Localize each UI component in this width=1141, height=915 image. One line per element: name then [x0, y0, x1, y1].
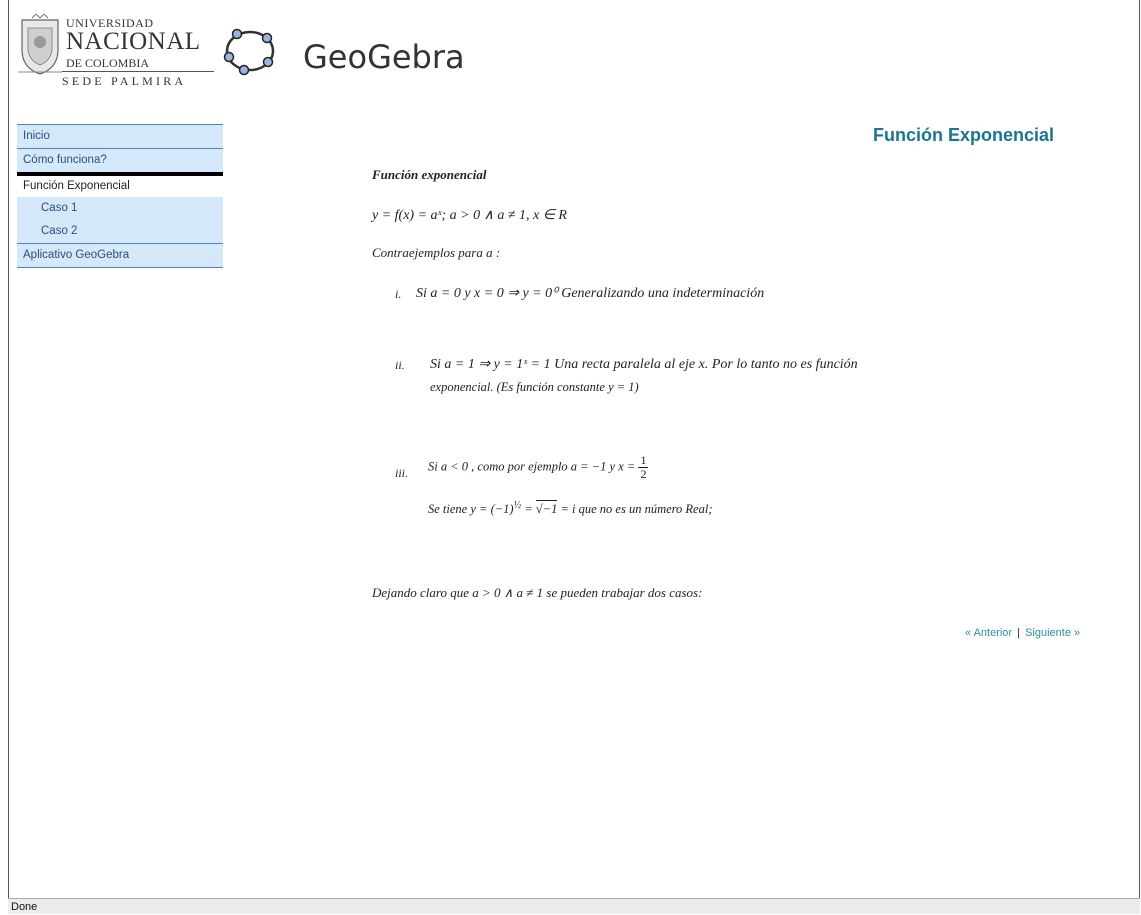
case-iii-line-2: Se tiene y = (−1)½ = √−1 = i que no es u… [428, 500, 713, 517]
case-iii-line-2-suffix: = i que no es un número Real; [557, 502, 713, 517]
section-title: Función exponencial [372, 167, 487, 182]
fraction-denominator: 2 [640, 467, 647, 481]
counterexamples-intro: Contraejemplos para a : [372, 245, 501, 260]
case-i-text: Si a = 0 y x = 0 ⇒ y = 0⁰ Generalizando … [416, 286, 765, 301]
app-title: GeoGebra [303, 38, 465, 76]
logo-rule [62, 71, 214, 72]
case-i-numeral: i. [395, 287, 402, 301]
sidebar-nav: Inicio Cómo funciona? Función Exponencia… [17, 124, 223, 268]
case-iii-exponent: ½ [513, 500, 522, 511]
university-line-3: DE COLOMBIA [66, 56, 149, 70]
case-ii-numeral: ii. [395, 358, 405, 372]
definition-formula: y = f(x) = aˣ; a > 0 ∧ a ≠ 1, x ∈ R [372, 208, 567, 223]
geogebra-logo-icon [223, 28, 275, 76]
pager-separator: | [1017, 627, 1021, 639]
status-text: Done [11, 901, 38, 913]
sidebar-item-como-funciona[interactable]: Cómo funciona? [17, 148, 223, 172]
sqrt-expression: √−1 [535, 500, 558, 517]
conclusion-text: Dejando claro que a > 0 ∧ a ≠ 1 se puede… [372, 585, 703, 600]
sidebar-item-aplicativo-geogebra[interactable]: Aplicativo GeoGebra [17, 243, 223, 268]
university-line-2: NACIONAL [66, 28, 201, 55]
fraction-numerator: 1 [638, 453, 649, 468]
status-bar: Done [8, 898, 1140, 914]
case-iii-numeral: iii. [395, 466, 409, 480]
case-iii-line-2-prefix: Se tiene y = (−1) [428, 502, 514, 517]
next-link[interactable]: Siguiente » [1025, 627, 1080, 639]
case-iii-line-1: Si a < 0 , como por ejemplo a = −1 y x =… [428, 453, 649, 481]
sidebar-item-caso-1[interactable]: Caso 1 [17, 197, 223, 220]
case-ii-line-2: exponencial. (Es función constante y = 1… [430, 380, 639, 394]
case-iii-line-2-eq: = [521, 502, 536, 517]
sidebar-item-funcion-exponencial[interactable]: Función Exponencial [17, 172, 223, 197]
case-iii-line-1-text: Si a < 0 , como por ejemplo a = −1 y x = [428, 459, 636, 474]
case-ii-line-1: Si a = 1 ⇒ y = 1ˣ = 1 Una recta paralela… [430, 357, 858, 372]
university-line-4: SEDE PALMIRA [62, 74, 187, 88]
pager: « Anterior | Siguiente » [965, 627, 1080, 639]
one-half-fraction: 12 [638, 453, 649, 481]
sidebar-item-inicio[interactable]: Inicio [17, 124, 223, 148]
university-crest-icon [18, 14, 62, 75]
sidebar-item-caso-2[interactable]: Caso 2 [17, 220, 223, 243]
university-logo[interactable]: UNIVERSIDAD NACIONAL DE COLOMBIA SEDE PA… [18, 14, 228, 96]
previous-link[interactable]: « Anterior [965, 627, 1012, 639]
page-heading: Función Exponencial [873, 125, 1055, 145]
